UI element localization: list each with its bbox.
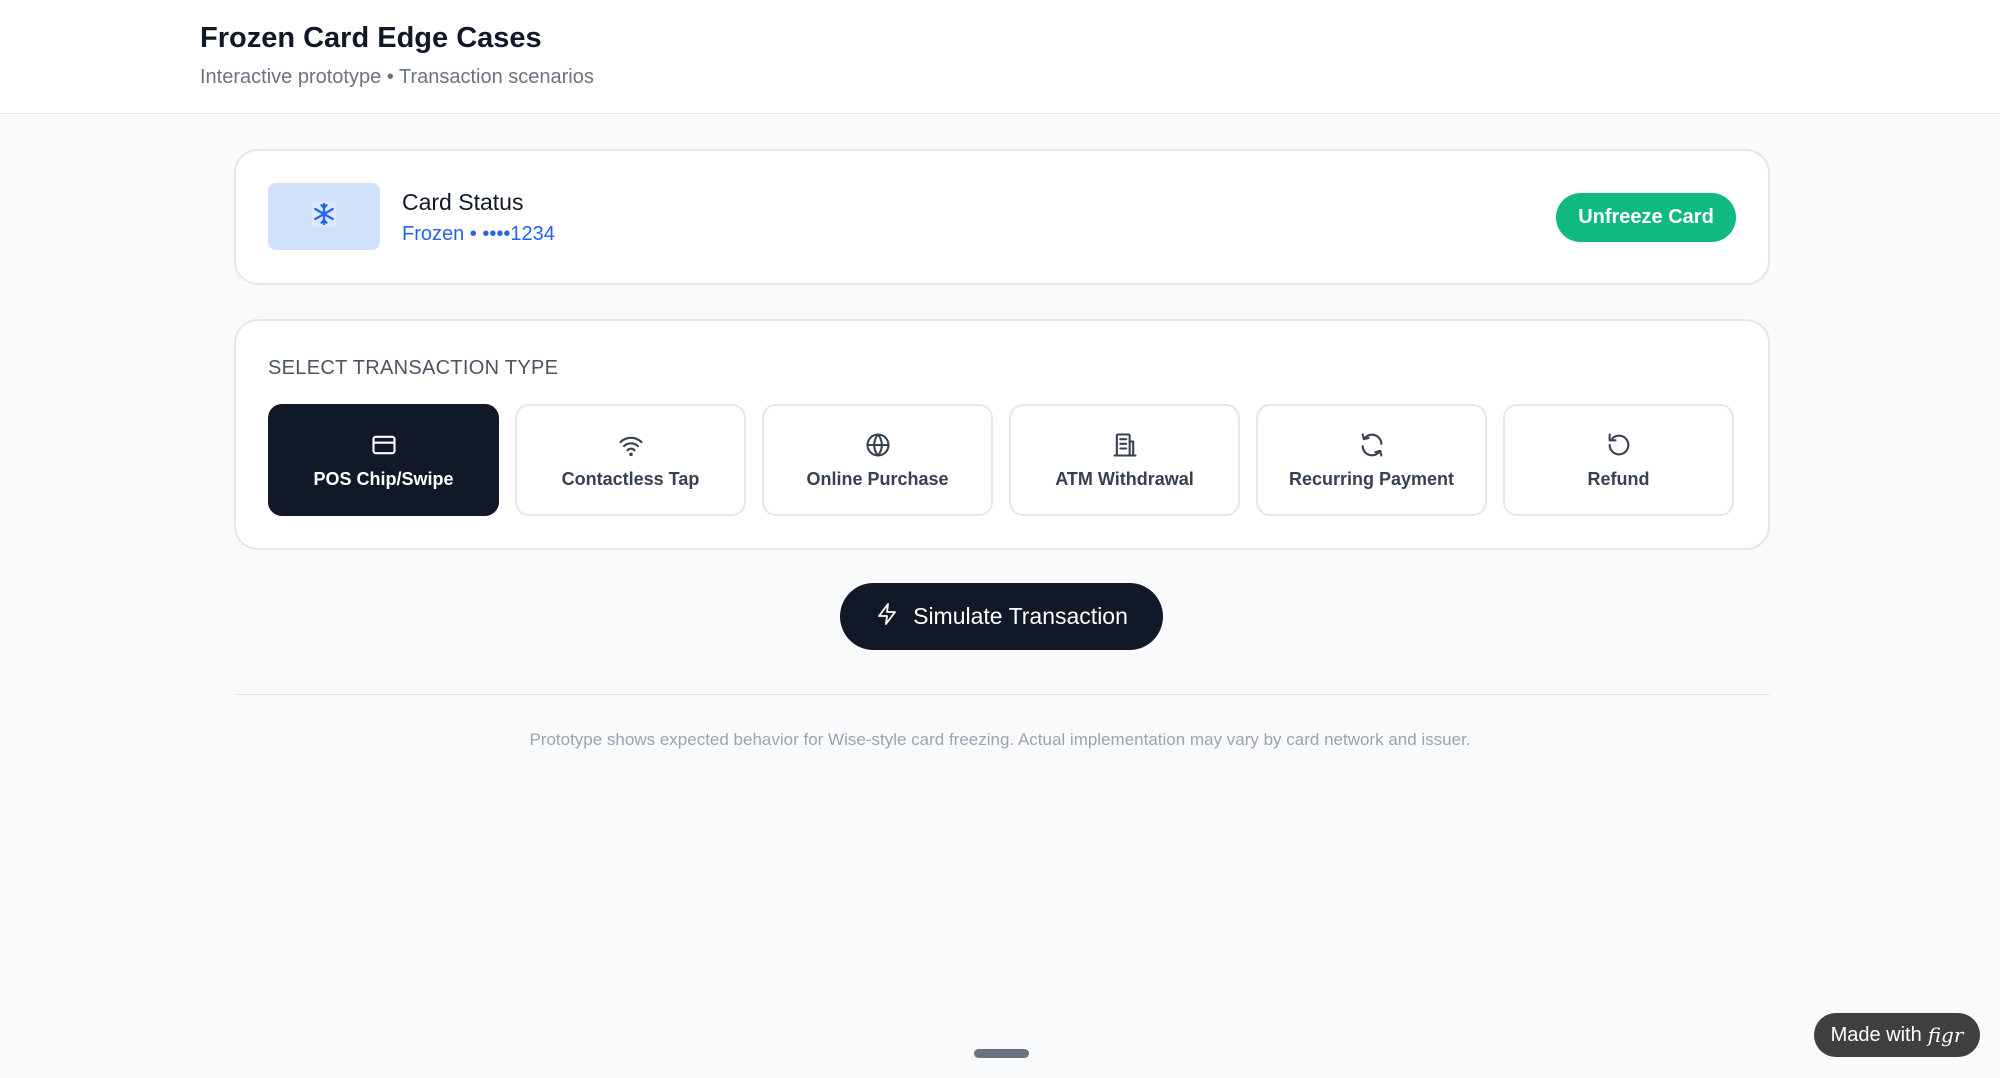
transaction-type-refund[interactable]: Refund: [1503, 404, 1734, 516]
rotate-ccw-icon: [1605, 431, 1633, 459]
brand-logo: figr: [1927, 1023, 1964, 1047]
transaction-type-label: Online Purchase: [806, 468, 949, 489]
transaction-type-label: Contactless Tap: [561, 468, 700, 489]
transaction-type-options: POS Chip/Swipe Contactless Tap Online Pu…: [268, 404, 1736, 516]
transaction-type-contactless[interactable]: Contactless Tap: [515, 404, 746, 516]
transaction-type-recurring[interactable]: Recurring Payment: [1256, 404, 1487, 516]
wifi-icon: [617, 431, 645, 459]
made-with-label: Made with: [1830, 1023, 1922, 1046]
lightning-icon: [875, 602, 899, 632]
page-title: Frozen Card Edge Cases: [200, 22, 542, 54]
unfreeze-card-button[interactable]: Unfreeze Card: [1556, 193, 1736, 242]
transaction-type-heading: SELECT TRANSACTION TYPE: [268, 357, 559, 379]
transaction-type-pos[interactable]: POS Chip/Swipe: [268, 404, 499, 516]
transaction-type-label: POS Chip/Swipe: [313, 468, 454, 489]
page-subtitle: Interactive prototype • Transaction scen…: [200, 66, 594, 88]
snowflake-icon: [309, 199, 339, 234]
card-thumbnail: [268, 183, 380, 250]
simulate-transaction-button[interactable]: Simulate Transaction: [840, 583, 1163, 650]
footer-divider: [234, 694, 1770, 695]
credit-card-icon: [370, 431, 398, 459]
transaction-type-panel: SELECT TRANSACTION TYPE POS Chip/Swipe C…: [234, 319, 1770, 550]
transaction-type-online[interactable]: Online Purchase: [762, 404, 993, 516]
atm-building-icon: [1111, 431, 1139, 459]
transaction-type-atm[interactable]: ATM Withdrawal: [1009, 404, 1240, 516]
simulate-transaction-label: Simulate Transaction: [913, 603, 1128, 629]
page-header: Frozen Card Edge Cases Interactive proto…: [0, 0, 2000, 114]
card-status-panel: Card Status Frozen • ••••1234 Unfreeze C…: [234, 149, 1770, 285]
transaction-type-label: Recurring Payment: [1288, 468, 1455, 489]
card-status-title: Card Status: [402, 189, 524, 215]
drag-handle[interactable]: [974, 1049, 1029, 1058]
refresh-icon: [1358, 431, 1386, 459]
globe-icon: [864, 431, 892, 459]
made-with-badge[interactable]: Made with figr: [1814, 1013, 1980, 1057]
transaction-type-label: Refund: [1587, 468, 1650, 489]
transaction-type-label: ATM Withdrawal: [1055, 468, 1194, 489]
footnote: Prototype shows expected behavior for Wi…: [529, 730, 1471, 749]
card-status-detail: Frozen • ••••1234: [402, 223, 555, 245]
